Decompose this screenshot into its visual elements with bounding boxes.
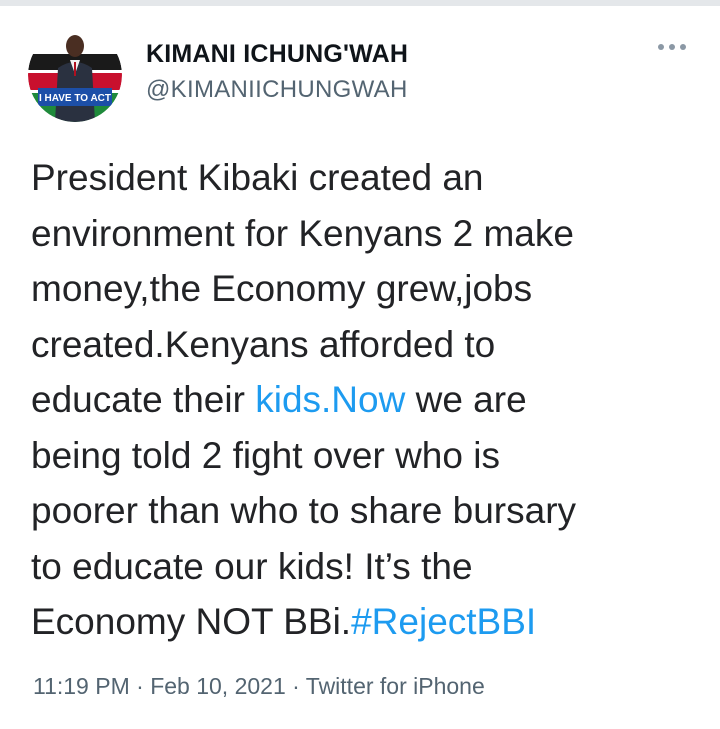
tweet-line: environment for Kenyans 2 make xyxy=(31,212,574,254)
hashtag-link[interactable]: #RejectBBI xyxy=(351,601,536,642)
tweet-text-segment: we are xyxy=(405,379,527,420)
avatar[interactable]: I HAVE TO ACT xyxy=(28,28,122,122)
tweet-source[interactable]: Twitter for iPhone xyxy=(306,673,485,699)
inline-link[interactable]: kids.Now xyxy=(255,379,405,420)
more-horizontal-icon xyxy=(658,44,686,50)
tweet-text: President Kibaki created an environment … xyxy=(31,150,701,650)
avatar-banner-text: I HAVE TO ACT xyxy=(39,93,111,104)
tweet-line: created.Kenyans afforded to xyxy=(31,323,496,365)
tweet-line: Economy NOT BBi.#RejectBBI xyxy=(31,594,701,650)
author-display-name[interactable]: KIMANI ICHUNG'WAH xyxy=(146,40,408,69)
more-options-button[interactable] xyxy=(650,32,694,62)
tweet-line: educate their kids.Now we are xyxy=(31,372,701,428)
meta-separator: · xyxy=(285,673,306,699)
avatar-image: I HAVE TO ACT xyxy=(28,28,122,122)
tweet-date[interactable]: Feb 10, 2021 xyxy=(150,673,286,699)
tweet-text-segment: educate their xyxy=(31,379,256,420)
tweet-time[interactable]: 11:19 PM xyxy=(33,673,130,699)
tweet-line: President Kibaki created an xyxy=(31,157,484,198)
author-handle[interactable]: @KIMANIICHUNGWAH xyxy=(146,76,408,104)
tweet-text-segment: Economy NOT BBi. xyxy=(31,601,352,642)
tweet-line: to educate our kids! It’s the xyxy=(31,545,473,587)
tweet-line: money,the Economy grew,jobs xyxy=(31,268,533,309)
tweet-meta: 11:19 PM · Feb 10, 2021 · Twitter for iP… xyxy=(33,673,485,700)
top-divider xyxy=(0,0,720,6)
tweet-line: poorer than who to share bursary xyxy=(31,490,577,531)
meta-separator: · xyxy=(129,673,151,699)
tweet-line: being told 2 fight over who is xyxy=(31,434,500,476)
tweet-card: I HAVE TO ACT KIMANI ICHUNG'WAH @KIMANII… xyxy=(0,0,720,729)
